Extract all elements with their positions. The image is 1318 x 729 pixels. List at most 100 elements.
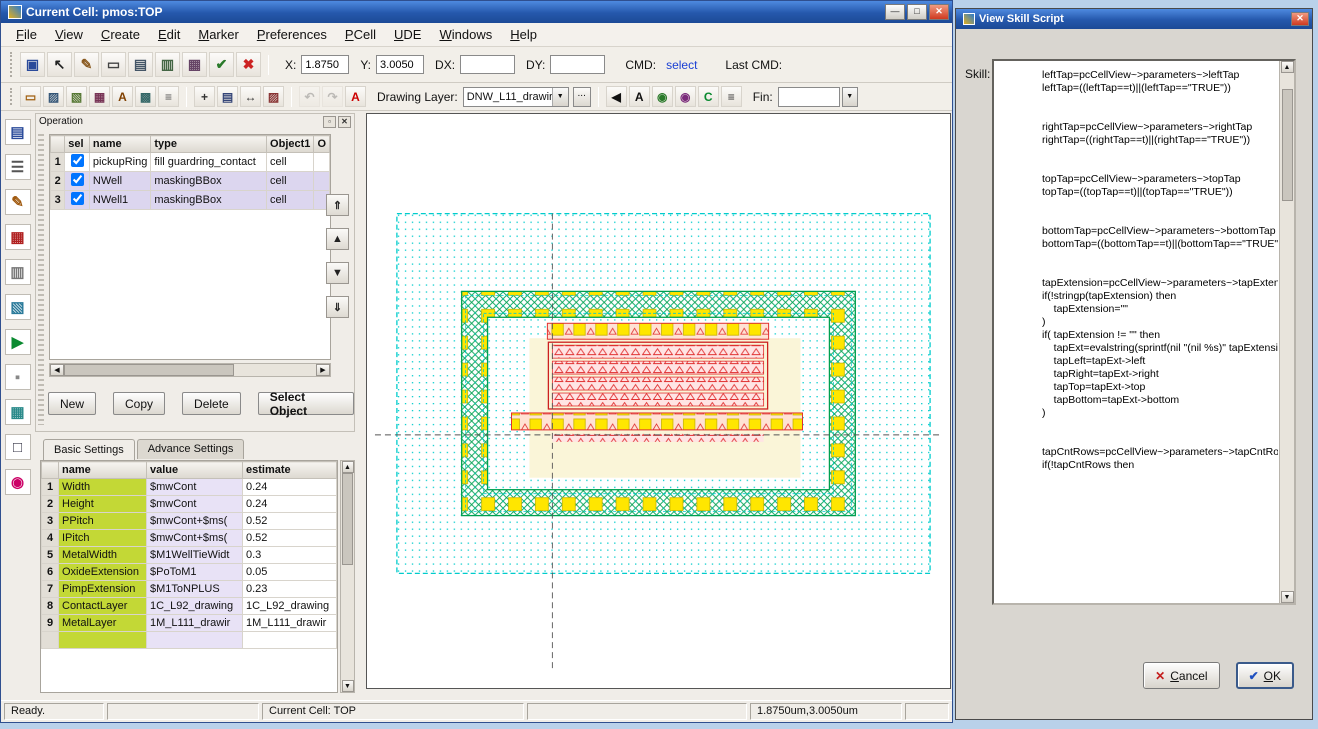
property-icon[interactable]: ▥: [155, 52, 180, 77]
param-value-cell[interactable]: $PoToM1: [147, 564, 243, 581]
param-name-cell[interactable]: [59, 632, 147, 649]
settings-row-IPitch[interactable]: 4IPitch$mwCont+$ms(0.52: [42, 530, 337, 547]
settings-row-OxideExtension[interactable]: 6OxideExtension$PoToM10.05: [42, 564, 337, 581]
menu-edit[interactable]: Edit: [149, 25, 189, 44]
stretch-icon[interactable]: ▭: [101, 52, 126, 77]
scrollbar-thumb[interactable]: [1282, 89, 1293, 201]
x-input[interactable]: [301, 55, 349, 74]
copy-shape-icon[interactable]: ▤: [128, 52, 153, 77]
param-name-cell[interactable]: PPitch: [59, 513, 147, 530]
col-sel[interactable]: sel: [65, 136, 90, 153]
edit-note-icon[interactable]: ✎: [5, 189, 31, 215]
gear-alt-icon[interactable]: ◉: [675, 86, 696, 107]
browser-icon[interactable]: ▤: [5, 119, 31, 145]
copy-icon[interactable]: ▤: [217, 86, 238, 107]
col-value[interactable]: value: [147, 462, 243, 479]
drawing-layer-combobox[interactable]: DNW_L11_drawir ▼: [463, 87, 569, 107]
param-estimate-cell[interactable]: 0.24: [243, 496, 337, 513]
menu-help[interactable]: Help: [501, 25, 546, 44]
scroll-left-icon[interactable]: ◀: [50, 364, 64, 376]
cancel-button[interactable]: ✕ Cancel: [1143, 662, 1219, 689]
param-estimate-cell[interactable]: 0.3: [243, 547, 337, 564]
sel-checkbox[interactable]: [71, 154, 84, 167]
frame-icon[interactable]: □: [5, 434, 31, 460]
param-estimate-cell[interactable]: 0.05: [243, 564, 337, 581]
scroll-up-button[interactable]: ▲: [326, 228, 349, 250]
param-value-cell[interactable]: $mwCont+$ms(: [147, 513, 243, 530]
scroll-top-button[interactable]: ⇑: [326, 194, 349, 216]
settings-row-MetalLayer[interactable]: 9MetalLayer1M_L111_drawir1M_L111_drawir: [42, 615, 337, 632]
grid-icon[interactable]: ▦: [5, 399, 31, 425]
settings-scrollbar[interactable]: ▲ ▼: [340, 460, 355, 693]
layout-canvas[interactable]: [366, 113, 951, 689]
new-button[interactable]: New: [48, 392, 96, 415]
save-cell-icon[interactable]: ▦: [5, 224, 31, 250]
menu-preferences[interactable]: Preferences: [248, 25, 336, 44]
sel-checkbox[interactable]: [71, 173, 84, 186]
list-icon[interactable]: ☰: [5, 154, 31, 180]
param-value-cell[interactable]: $mwCont+$ms(: [147, 530, 243, 547]
col-type[interactable]: type: [151, 136, 267, 153]
gear-icon[interactable]: ◉: [652, 86, 673, 107]
toolbar-grip[interactable]: [10, 52, 13, 77]
param-value-cell[interactable]: 1M_L111_drawir: [147, 615, 243, 632]
settings-row-Width[interactable]: 1Width$mwCont0.24: [42, 479, 337, 496]
param-value-cell[interactable]: $mwCont: [147, 496, 243, 513]
save-icon[interactable]: ▣: [20, 52, 45, 77]
path-tool-icon[interactable]: ▨: [43, 86, 64, 107]
instance-tool-icon[interactable]: ▩: [135, 86, 156, 107]
scroll-down-icon[interactable]: ▼: [342, 680, 354, 692]
edit-icon[interactable]: ✎: [74, 52, 99, 77]
settings-row-MetalWidth[interactable]: 5MetalWidth$M1WellTieWidt0.3: [42, 547, 337, 564]
layer-more-button[interactable]: ...: [573, 87, 591, 107]
close-button[interactable]: ✕: [929, 4, 949, 20]
y-input[interactable]: [376, 55, 424, 74]
dy-input[interactable]: [550, 55, 605, 74]
pointer-icon[interactable]: ↖: [47, 52, 72, 77]
param-estimate-cell[interactable]: 1C_L92_drawing: [243, 598, 337, 615]
dot-icon[interactable]: ▪: [5, 364, 31, 390]
menu-file[interactable]: File: [7, 25, 46, 44]
param-estimate-cell[interactable]: 0.23: [243, 581, 337, 598]
code-scrollbar[interactable]: ▲ ▼: [1279, 61, 1294, 603]
stop-icon[interactable]: ✖: [236, 52, 261, 77]
param-name-cell[interactable]: IPitch: [59, 530, 147, 547]
col-object2[interactable]: O: [314, 136, 330, 153]
via-tool-icon[interactable]: ▦: [89, 86, 110, 107]
param-estimate-cell[interactable]: 1M_L111_drawir: [243, 615, 337, 632]
scroll-bottom-button[interactable]: ⇓: [326, 296, 349, 318]
param-value-cell[interactable]: $mwCont: [147, 479, 243, 496]
param-value-cell[interactable]: [147, 632, 243, 649]
horizontal-scrollbar[interactable]: ◀ ▶: [49, 363, 331, 377]
param-value-cell[interactable]: $M1ToNPLUS: [147, 581, 243, 598]
param-estimate-cell[interactable]: 0.52: [243, 530, 337, 547]
ok-button[interactable]: ✔ OK: [1236, 662, 1294, 689]
tab-advance-settings[interactable]: Advance Settings: [137, 439, 245, 459]
scroll-right-icon[interactable]: ▶: [316, 364, 330, 376]
back-icon[interactable]: ◀: [606, 86, 627, 107]
text-icon[interactable]: A: [629, 86, 650, 107]
operation-row-NWell[interactable]: 2NWellmaskingBBoxcell: [51, 172, 330, 191]
toolbar-grip[interactable]: [10, 88, 13, 105]
settings-row-PPitch[interactable]: 3PPitch$mwCont+$ms(0.52: [42, 513, 337, 530]
panel-float-button[interactable]: ▫: [323, 116, 336, 128]
menu-pcell[interactable]: PCell: [336, 25, 385, 44]
polygon-tool-icon[interactable]: ▧: [66, 86, 87, 107]
compile-icon[interactable]: C: [698, 86, 719, 107]
move-icon[interactable]: +: [194, 86, 215, 107]
scroll-down-icon[interactable]: ▼: [1281, 591, 1294, 603]
panel-close-button[interactable]: ✕: [338, 116, 351, 128]
scrollbar-thumb[interactable]: [342, 473, 353, 565]
param-estimate-cell[interactable]: 0.24: [243, 479, 337, 496]
align-icon[interactable]: ≡: [721, 86, 742, 107]
menu-ude[interactable]: UDE: [385, 25, 430, 44]
settings-row-Height[interactable]: 2Height$mwCont0.24: [42, 496, 337, 513]
ruler-tool-icon[interactable]: ≡: [158, 86, 179, 107]
copy-button[interactable]: Copy: [113, 392, 165, 415]
check-icon[interactable]: ✔: [209, 52, 234, 77]
scroll-up-icon[interactable]: ▲: [342, 461, 354, 473]
undo-icon[interactable]: ↶: [299, 86, 320, 107]
skill-code-area[interactable]: leftTap=pcCellView~>parameters~>leftTap …: [992, 59, 1296, 605]
maximize-button[interactable]: □: [907, 4, 927, 20]
skill-code[interactable]: leftTap=pcCellView~>parameters~>leftTap …: [994, 61, 1278, 603]
